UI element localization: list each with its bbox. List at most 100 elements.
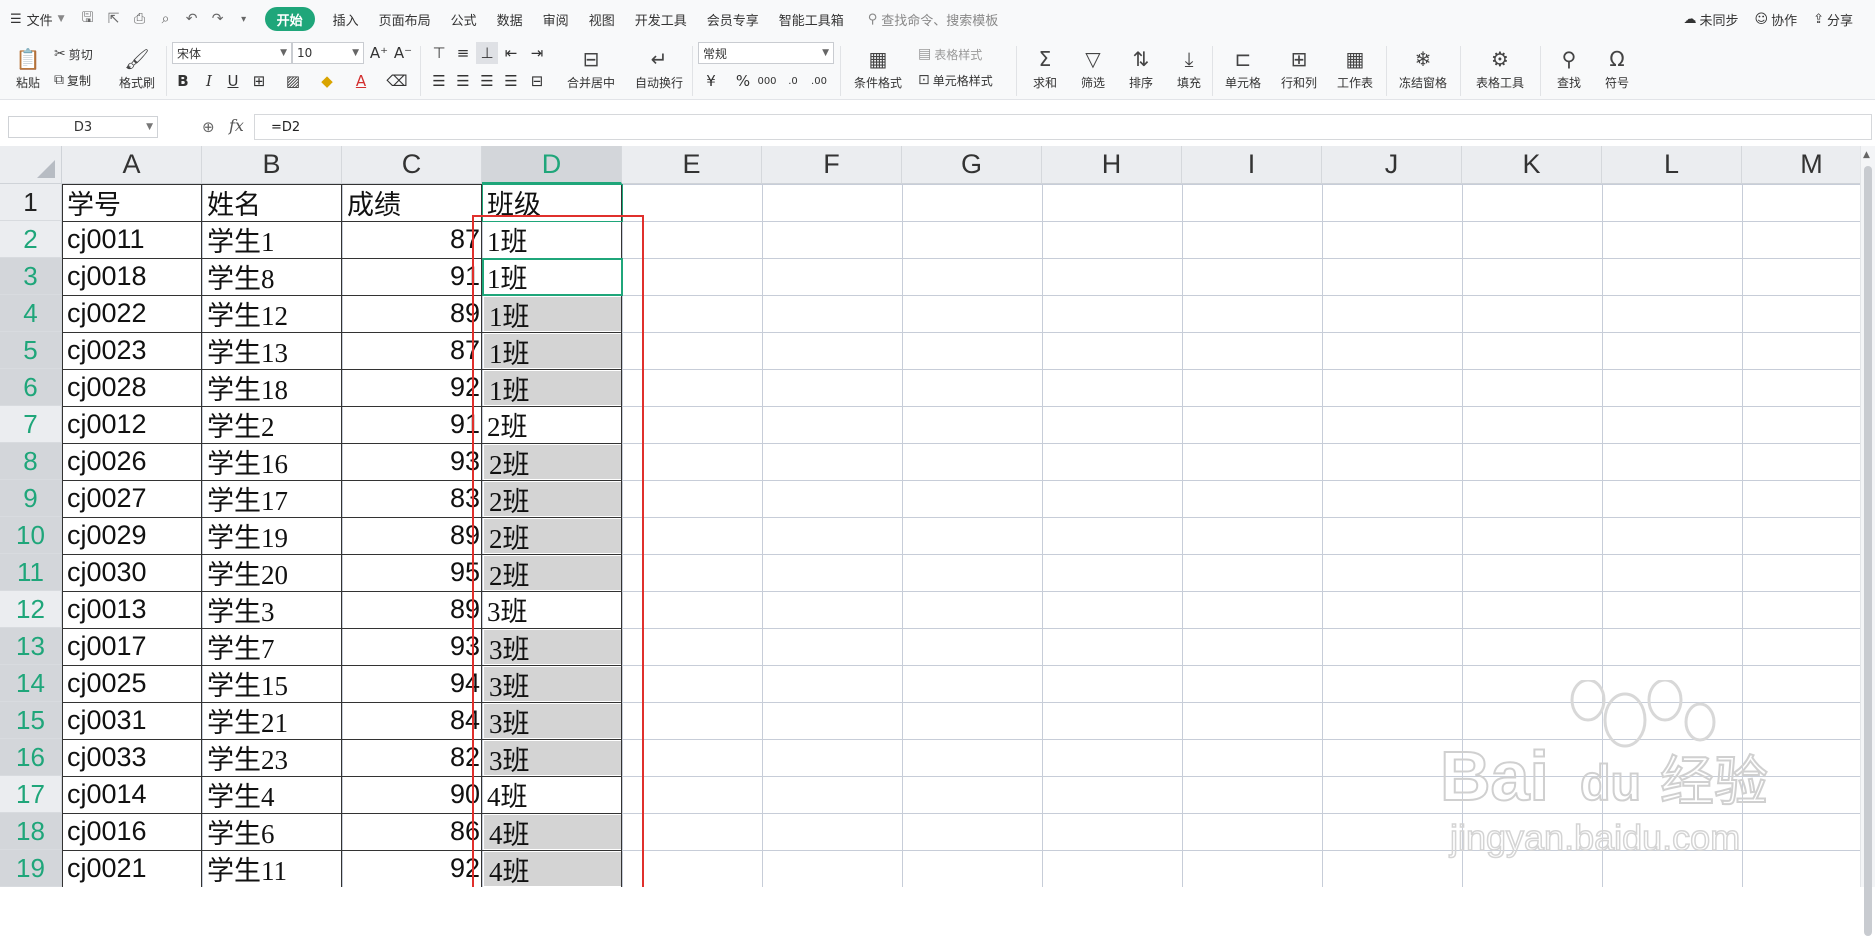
cell-class[interactable]: 3班 xyxy=(484,704,621,738)
cell-name[interactable]: 学生13 xyxy=(202,332,342,369)
column-header-j[interactable]: J xyxy=(1322,146,1462,184)
cell-id[interactable]: cj0018 xyxy=(62,258,202,295)
row-header[interactable]: 1 xyxy=(0,184,62,221)
cell-class[interactable]: 4班 xyxy=(484,852,621,886)
tab-data[interactable]: 数据 xyxy=(487,0,533,38)
cell-class[interactable]: 2班 xyxy=(484,482,621,516)
cell-score[interactable]: 87 xyxy=(342,332,482,369)
cell-style-button[interactable]: ⊡ 单元格样式 xyxy=(918,70,993,90)
column-header-l[interactable]: L xyxy=(1602,146,1742,184)
distributed-align-icon[interactable]: ⊟ xyxy=(526,70,548,92)
clear-format-icon[interactable]: ⌫ xyxy=(386,70,408,92)
cell-name[interactable]: 学生23 xyxy=(202,739,342,776)
column-header-h[interactable]: H xyxy=(1042,146,1182,184)
collaborate-button[interactable]: ☺ 协作 xyxy=(1747,0,1806,38)
indent-icon[interactable]: ⇥ xyxy=(526,42,548,64)
row-header[interactable]: 12 xyxy=(0,591,62,628)
cell-class[interactable]: 3班 xyxy=(484,630,621,664)
symbol-button[interactable]: Ω 符号 xyxy=(1594,42,1640,96)
column-header-d[interactable]: D xyxy=(482,146,622,184)
cell-class[interactable]: 1班 xyxy=(484,297,621,331)
vertical-scrollbar[interactable]: ▲ xyxy=(1860,146,1875,936)
row-header[interactable]: 4 xyxy=(0,295,62,332)
column-header-e[interactable]: E xyxy=(622,146,762,184)
header-cell-score[interactable]: 成绩 xyxy=(342,184,482,221)
cell-class[interactable]: 1班 xyxy=(484,371,621,405)
cell-class[interactable]: 3班 xyxy=(482,591,622,628)
format-painter-button[interactable]: 🖌 格式刷 xyxy=(116,42,158,96)
cell-class[interactable]: 2班 xyxy=(484,519,621,553)
column-header-b[interactable]: B xyxy=(202,146,342,184)
file-menu[interactable]: ☰ 文件 ▼ xyxy=(0,0,75,38)
row-header[interactable]: 8 xyxy=(0,443,62,480)
tab-insert[interactable]: 插入 xyxy=(323,0,369,38)
conditional-format-button[interactable]: ▦ 条件格式 xyxy=(846,42,910,96)
cell-score[interactable]: 89 xyxy=(342,517,482,554)
cell-class[interactable]: 1班 xyxy=(484,334,621,368)
outdent-icon[interactable]: ⇤ xyxy=(500,42,522,64)
cell-id[interactable]: cj0021 xyxy=(62,850,202,887)
cell-id[interactable]: cj0027 xyxy=(62,480,202,517)
share-button[interactable]: ⇪ 分享 xyxy=(1805,0,1861,38)
tab-formulas[interactable]: 公式 xyxy=(441,0,487,38)
decrease-decimal-icon[interactable]: .00 xyxy=(808,70,830,92)
cell-class[interactable]: 3班 xyxy=(484,741,621,775)
header-cell-name[interactable]: 姓名 xyxy=(202,184,342,221)
cell-name[interactable]: 学生1 xyxy=(202,221,342,258)
cell-name[interactable]: 学生6 xyxy=(202,813,342,850)
cell-name[interactable]: 学生3 xyxy=(202,591,342,628)
column-header-k[interactable]: K xyxy=(1462,146,1602,184)
increase-font-icon[interactable]: A⁺ xyxy=(368,42,390,64)
cell-class[interactable]: 3班 xyxy=(484,667,621,701)
cell-name[interactable]: 学生20 xyxy=(202,554,342,591)
fill-button[interactable]: ⤓ 填充 xyxy=(1166,42,1212,96)
cell-name[interactable]: 学生16 xyxy=(202,443,342,480)
cell-score[interactable]: 91 xyxy=(342,406,482,443)
cell-button[interactable]: ⊏ 单元格 xyxy=(1216,42,1270,96)
row-header[interactable]: 9 xyxy=(0,480,62,517)
find-button[interactable]: ⚲ 查找 xyxy=(1546,42,1592,96)
cell-score[interactable]: 87 xyxy=(342,221,482,258)
column-header-m[interactable]: M xyxy=(1742,146,1860,184)
print-preview-icon[interactable]: ⌕ xyxy=(153,0,179,38)
row-header[interactable]: 2 xyxy=(0,221,62,258)
scrollbar-thumb[interactable] xyxy=(1864,166,1872,936)
row-header[interactable]: 13 xyxy=(0,628,62,665)
cell-score[interactable]: 94 xyxy=(342,665,482,702)
number-format-select[interactable]: 常规 ▼ xyxy=(698,42,834,64)
cut-button[interactable]: ✂ 剪切 xyxy=(54,44,93,64)
sync-status[interactable]: ☁ 未同步 xyxy=(1675,0,1746,38)
freeze-panes-button[interactable]: ❄ 冻结窗格 xyxy=(1392,42,1454,96)
cell-id[interactable]: cj0025 xyxy=(62,665,202,702)
row-header[interactable]: 5 xyxy=(0,332,62,369)
cell-score[interactable]: 83 xyxy=(342,480,482,517)
save-icon[interactable]: 🖫 xyxy=(75,0,101,38)
cell-score[interactable]: 89 xyxy=(342,591,482,628)
cell-class[interactable]: 2班 xyxy=(484,556,621,590)
font-color-icon[interactable]: A xyxy=(350,70,372,92)
row-header[interactable]: 18 xyxy=(0,813,62,850)
cell-id[interactable]: cj0017 xyxy=(62,628,202,665)
spreadsheet-grid[interactable]: A B C D E F G H I J K L M 1 2 3 4 5 6 7 8 9 10 11 12 13 14 15 16 17 18… xyxy=(0,146,1860,887)
tab-page-layout[interactable]: 页面布局 xyxy=(369,0,441,38)
cell-id[interactable]: cj0013 xyxy=(62,591,202,628)
sum-button[interactable]: Σ 求和 xyxy=(1022,42,1068,96)
cell-id[interactable]: cj0022 xyxy=(62,295,202,332)
cell-class[interactable]: 1班 xyxy=(482,258,622,295)
cell-name[interactable]: 学生18 xyxy=(202,369,342,406)
command-search[interactable]: ⚲ 查找命令、搜索模板 xyxy=(854,0,1009,38)
table-tools-button[interactable]: ⚙ 表格工具 xyxy=(1468,42,1532,96)
cell-score[interactable]: 93 xyxy=(342,443,482,480)
tab-view[interactable]: 视图 xyxy=(579,0,625,38)
cell-score[interactable]: 92 xyxy=(342,369,482,406)
cell-score[interactable]: 89 xyxy=(342,295,482,332)
fx-icon[interactable]: fx xyxy=(229,116,244,135)
row-header[interactable]: 17 xyxy=(0,776,62,813)
cell-score[interactable]: 90 xyxy=(342,776,482,813)
column-header-c[interactable]: C xyxy=(342,146,482,184)
cell-class[interactable]: 4班 xyxy=(482,776,622,813)
name-box[interactable]: D3 ▼ xyxy=(8,116,158,138)
cell-id[interactable]: cj0029 xyxy=(62,517,202,554)
align-right-icon[interactable]: ☰ xyxy=(476,70,498,92)
row-header[interactable]: 3 xyxy=(0,258,62,295)
